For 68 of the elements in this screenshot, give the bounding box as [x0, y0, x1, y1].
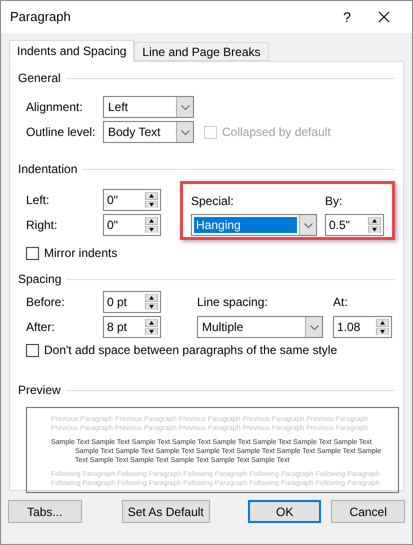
dropdown-value: Left: [107, 99, 130, 115]
spin-field[interactable]: 1.08: [333, 316, 392, 338]
checkbox[interactable]: [26, 344, 39, 356]
spin-field[interactable]: 0": [103, 214, 161, 236]
checkbox-label: Don't add space between paragraphs of the same style: [44, 342, 338, 359]
tab[interactable]: Line and Page Breaks: [134, 42, 269, 61]
field-label: Right:: [26, 217, 58, 234]
up-arrow-icon[interactable]: [368, 217, 381, 224]
dropdown[interactable]: Multiple: [197, 316, 323, 338]
field-label: Left:: [26, 192, 50, 209]
section-title: Preview: [18, 382, 61, 399]
dialog-button[interactable]: Set As Default: [122, 500, 210, 523]
chevron-down-icon: [304, 222, 312, 228]
spin-value: 8 pt: [106, 319, 128, 336]
spin-value: 1.08: [336, 319, 362, 336]
up-arrow-icon[interactable]: [145, 294, 158, 302]
dropdown[interactable]: Left: [103, 96, 194, 118]
checkbox-label: Mirror indents: [44, 245, 118, 262]
down-arrow-icon[interactable]: [145, 200, 158, 208]
down-arrow-icon[interactable]: [145, 328, 158, 335]
spin-field[interactable]: 0.5": [325, 214, 384, 236]
dropdown-arrow-button[interactable]: [305, 317, 322, 337]
dropdown[interactable]: Hanging: [191, 214, 317, 236]
field-label: After:: [26, 319, 56, 336]
dialog-button[interactable]: Cancel: [331, 500, 405, 523]
dropdown-arrow-button[interactable]: [299, 215, 316, 235]
field-label: Line spacing:: [197, 294, 268, 311]
up-arrow-icon[interactable]: [145, 319, 158, 326]
field-label: Special:: [191, 193, 235, 210]
down-arrow-icon[interactable]: [368, 226, 381, 233]
dropdown-arrow-button[interactable]: [176, 122, 193, 142]
section-title: Indentation: [18, 161, 78, 178]
chevron-down-icon: [180, 104, 190, 110]
tab[interactable]: Indents and Spacing: [9, 40, 134, 62]
section-title: Spacing: [18, 271, 62, 288]
down-arrow-icon[interactable]: [145, 226, 158, 233]
section-title: General: [18, 70, 61, 87]
down-arrow-icon[interactable]: [145, 302, 158, 310]
dialog-button[interactable]: Tabs...: [8, 500, 82, 523]
field-label: Outline level:: [26, 124, 96, 141]
spin-field[interactable]: 0": [103, 189, 161, 211]
down-arrow-icon[interactable]: [376, 328, 389, 335]
dropdown-arrow-button[interactable]: [176, 97, 193, 117]
up-arrow-icon[interactable]: [145, 192, 158, 200]
spin-value: 0.5": [328, 217, 351, 234]
field-label: By:: [325, 193, 344, 210]
up-arrow-icon[interactable]: [376, 319, 389, 326]
chevron-down-icon: [310, 324, 318, 330]
field-label: Alignment:: [26, 99, 84, 116]
close-icon[interactable]: [378, 11, 390, 23]
up-arrow-icon[interactable]: [145, 217, 158, 224]
spin-value: 0": [106, 217, 119, 234]
spin-field[interactable]: 8 pt: [103, 316, 161, 338]
chevron-down-icon: [180, 130, 190, 134]
field-label: Before:: [26, 294, 66, 311]
checkbox-label: Collapsed by default: [222, 124, 331, 141]
dropdown-value: Body Text: [107, 124, 162, 140]
dropdown-value: Hanging: [194, 217, 297, 233]
dropdown-value: Multiple: [201, 319, 244, 335]
spin-value: 0": [106, 192, 119, 209]
spin-value: 0 pt: [106, 294, 128, 311]
help-button[interactable]: ?: [332, 6, 362, 28]
field-label: At:: [333, 294, 348, 311]
window-title: Paragraph: [10, 8, 72, 26]
dialog-button[interactable]: OK: [248, 500, 322, 523]
checkbox[interactable]: [26, 246, 39, 260]
spin-field[interactable]: 0 pt: [103, 291, 161, 313]
dropdown[interactable]: Body Text: [103, 121, 194, 143]
